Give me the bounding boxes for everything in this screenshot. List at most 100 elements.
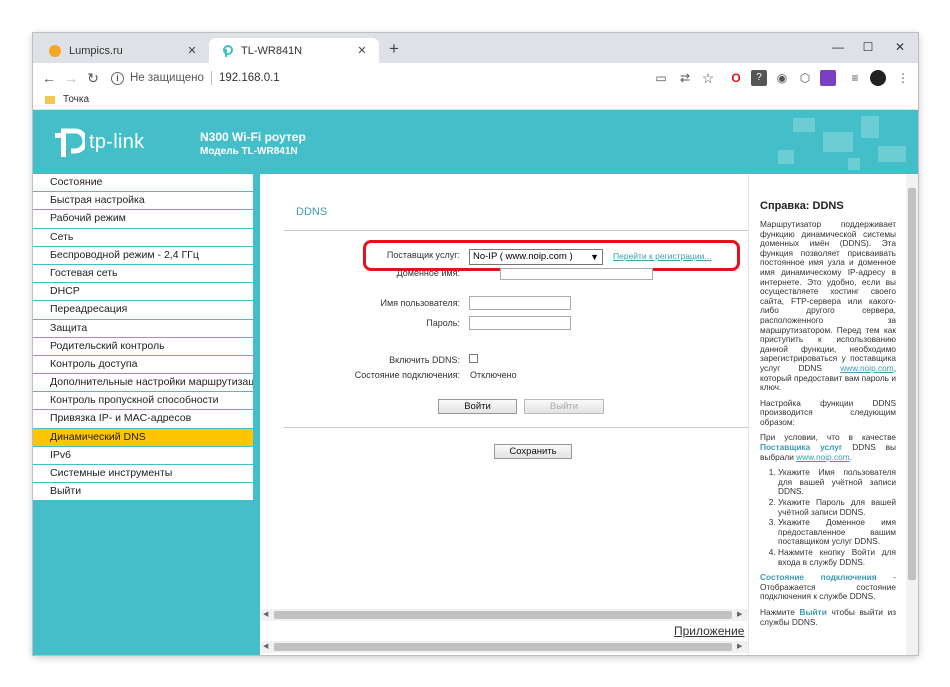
separator	[210, 71, 212, 85]
help-panel: Справка: DDNS Маршрутизатор поддерживает…	[748, 174, 906, 655]
help-step: Укажите Пароль для вашей учётной записи …	[778, 497, 896, 517]
sidebar-item[interactable]: Контроль пропускной способности	[33, 392, 253, 411]
router-header: tp-link N300 Wi-Fi роутер Модель TL-WR84…	[33, 110, 918, 174]
tplink-favicon-icon	[223, 44, 233, 57]
sidebar-item[interactable]: DHCP	[33, 283, 253, 302]
noip-link[interactable]: www.noip.com	[840, 363, 894, 373]
scroll-right-icon[interactable]: ▶	[737, 641, 742, 653]
scrollbar-thumb[interactable]	[274, 643, 732, 651]
username-field[interactable]	[469, 296, 571, 310]
tab-bar: Lumpics.ru ✕ TL-WR841N ✕ + — ☐ ✕	[33, 33, 918, 63]
lumpics-favicon-icon	[49, 44, 61, 57]
sidebar-item[interactable]: Рабочий режим	[33, 210, 253, 229]
divider	[284, 427, 748, 428]
help-steps: Укажите Имя пользователя для вашей учётн…	[778, 467, 896, 567]
address-bar[interactable]: i Не защищено 192.168.0.1	[111, 67, 711, 89]
enable-ddns-checkbox[interactable]	[469, 354, 478, 363]
folder-icon	[45, 95, 55, 104]
sidebar-item[interactable]: Гостевая сеть	[33, 264, 253, 284]
scrollbar-thumb[interactable]	[274, 611, 732, 619]
sidebar-item[interactable]: Сеть	[33, 228, 253, 247]
domain-field[interactable]	[500, 268, 653, 280]
help-text: Маршрутизатор поддерживает функцию динам…	[760, 219, 896, 373]
header-decoration	[778, 150, 794, 164]
password-label: Пароль:	[426, 318, 460, 328]
sidebar-item[interactable]: Защита	[33, 319, 253, 338]
sidebar-item[interactable]: Системные инструменты	[33, 465, 253, 484]
password-field[interactable]	[469, 316, 571, 330]
opera-icon[interactable]: O	[728, 70, 744, 86]
minimize-button[interactable]: —	[825, 37, 851, 57]
noip-link[interactable]: www.noip.com	[796, 452, 850, 462]
help-text: Нажмите	[760, 606, 795, 617]
horizontal-scrollbar[interactable]: ◀ ▶	[260, 609, 748, 621]
logout-button[interactable]: Выйти	[524, 399, 604, 414]
sidebar-item[interactable]: Быстрая настройка	[33, 192, 253, 211]
help-step: Нажмите кнопку Войти для входа в службу …	[778, 547, 896, 567]
vertical-scrollbar[interactable]	[906, 174, 918, 655]
tab-close-icon[interactable]: ✕	[355, 44, 369, 57]
help-body: Маршрутизатор поддерживает функцию динам…	[760, 219, 896, 633]
brand-text: tp-link	[89, 130, 145, 153]
sidebar-item[interactable]: Привязка IP- и MAC-адресов	[33, 410, 253, 429]
appendix-link[interactable]: Приложение	[674, 624, 744, 638]
help-title: Справка: DDNS	[760, 200, 844, 212]
browser-window: Lumpics.ru ✕ TL-WR841N ✕ + — ☐ ✕ ← → ↻ i…	[33, 33, 918, 655]
save-button[interactable]: Сохранить	[494, 444, 572, 459]
scrollbar-thumb[interactable]	[908, 188, 916, 580]
sidebar-item[interactable]: Выйти	[33, 483, 253, 502]
header-decoration	[848, 158, 860, 170]
back-button[interactable]: ←	[39, 68, 59, 88]
sidebar-item[interactable]: Переадресация	[33, 301, 253, 320]
menu-list: Состояние Быстрая настройка Рабочий режим С…	[33, 174, 253, 502]
tab-router[interactable]: TL-WR841N ✕	[209, 38, 379, 63]
security-status: Не защищено	[130, 72, 204, 84]
scroll-left-icon[interactable]: ◀	[263, 641, 268, 653]
header-decoration	[823, 132, 853, 152]
connection-status-value: Отключено	[470, 370, 517, 380]
globe-icon[interactable]: ◉	[774, 70, 790, 86]
tab-title: TL-WR841N	[241, 44, 303, 57]
forward-button[interactable]: →	[61, 68, 81, 88]
playlist-icon[interactable]: ≡	[847, 70, 863, 86]
help-step: Укажите Имя пользователя для вашей учётн…	[778, 467, 896, 497]
browser-toolbar: ← → ↻ i Не защищено 192.168.0.1 ▭ ⇄ ☆ O …	[33, 63, 918, 93]
vpn-extension-icon[interactable]	[820, 70, 836, 86]
scroll-left-icon[interactable]: ◀	[263, 609, 268, 621]
maximize-button[interactable]: ☐	[855, 37, 881, 57]
close-window-button[interactable]: ✕	[887, 37, 913, 57]
login-button[interactable]: Войти	[438, 399, 517, 414]
bookmark-star-icon[interactable]: ☆	[700, 70, 716, 86]
reload-button[interactable]: ↻	[83, 68, 103, 88]
bookmark-tochka[interactable]: Точка	[45, 94, 89, 105]
extension-icon[interactable]: ⬡	[797, 70, 813, 86]
avatar[interactable]	[870, 70, 886, 86]
router-page: tp-link N300 Wi-Fi роутер Модель TL-WR84…	[33, 110, 918, 655]
sidebar-item[interactable]: IPv6	[33, 446, 253, 465]
sidebar-item[interactable]: Динамический DNS	[33, 428, 253, 447]
username-label: Имя пользователя:	[380, 298, 460, 308]
connection-status-label: Состояние подключения:	[354, 370, 460, 380]
bookmarks-bar: Точка	[33, 93, 918, 110]
new-tab-button[interactable]: +	[385, 40, 403, 57]
sidebar-item[interactable]: Дополнительные настройки маршрутизации	[33, 374, 253, 393]
url-text[interactable]: 192.168.0.1	[219, 72, 280, 84]
scroll-right-icon[interactable]: ▶	[737, 609, 742, 621]
sidebar-item[interactable]: Родительский контроль	[33, 337, 253, 356]
header-decoration	[861, 116, 879, 138]
cast-icon[interactable]: ▭	[653, 70, 669, 86]
help-step: Укажите Доменное имя предоставленное ваш…	[778, 517, 896, 547]
help-extension-icon[interactable]: ?	[751, 70, 767, 86]
tab-title: Lumpics.ru	[69, 44, 123, 57]
info-icon[interactable]: i	[111, 71, 124, 85]
ddns-panel: DDNS Поставщик услуг: No-IP ( www.noip.c…	[260, 174, 748, 655]
horizontal-scrollbar[interactable]: ◀ ▶	[260, 641, 748, 653]
sidebar-item[interactable]: Контроль доступа	[33, 355, 253, 375]
sidebar-item[interactable]: Беспроводной режим - 2,4 ГГц	[33, 246, 253, 265]
sidebar-item[interactable]: Состояние	[33, 174, 253, 193]
tab-lumpics[interactable]: Lumpics.ru ✕	[37, 38, 209, 63]
help-paragraph: Настройка функции DDNS производится след…	[760, 397, 896, 427]
tab-close-icon[interactable]: ✕	[185, 44, 199, 57]
menu-dots-icon[interactable]: ⋮	[895, 70, 911, 86]
translate-icon[interactable]: ⇄	[677, 70, 693, 86]
